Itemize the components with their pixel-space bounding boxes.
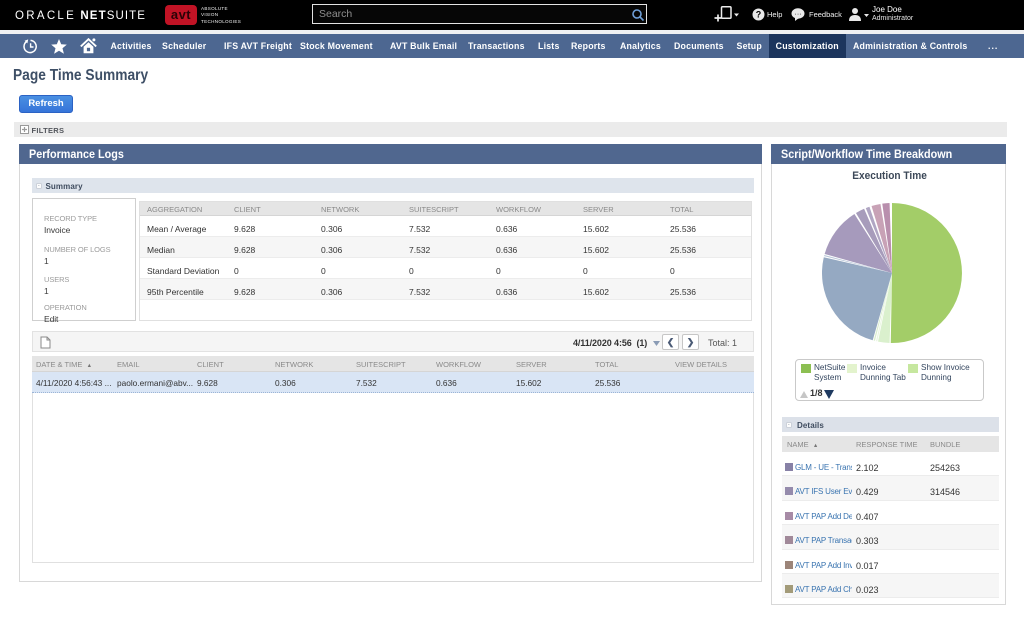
svg-text:···: ··· xyxy=(795,11,802,18)
svg-text:?: ? xyxy=(756,10,762,20)
